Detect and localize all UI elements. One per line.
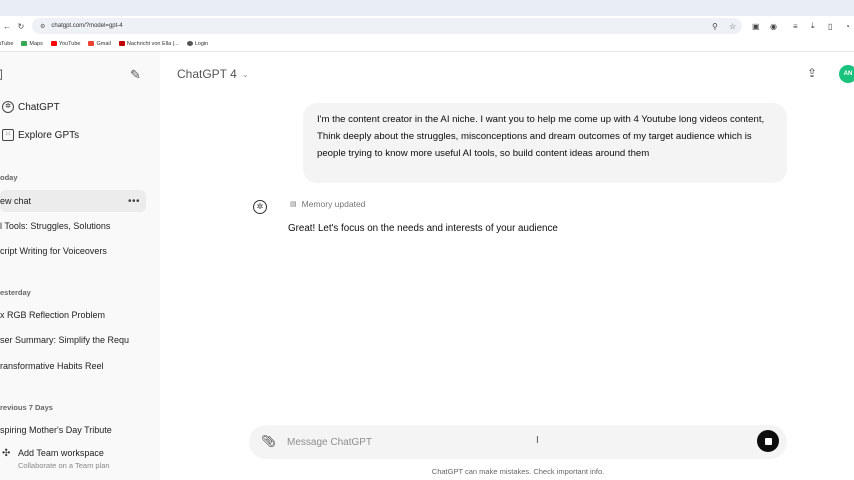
address-text: chatgpt.com/?model=gpt-4 — [51, 23, 123, 29]
sidebar-toggle-icon[interactable]: ▯ — [0, 66, 3, 82]
chat-item[interactable]: ransformative Habits Reel — [0, 355, 146, 377]
bookmarks-bar: uTube Maps YouTube Gmail Nachricht von E… — [0, 36, 854, 52]
assistant-message: Great! Let's focus on the needs and inte… — [288, 223, 558, 234]
model-selector[interactable]: ChatGPT 4 ⌄ — [177, 67, 249, 81]
zoom-icon[interactable]: ⚲ — [712, 16, 718, 36]
chat-main: ChatGPT 4 ⌄ ⇪ AN I'm the content creator… — [160, 52, 854, 480]
chat-item[interactable]: spiring Mother's Day Tribute — [0, 419, 146, 441]
back-icon[interactable]: ← — [0, 22, 14, 31]
download-icon[interactable]: ⤓ — [811, 16, 815, 36]
sidebar-link-chatgpt[interactable]: ✲ ChatGPT — [0, 96, 160, 118]
attach-icon[interactable]: 📎︎ — [261, 434, 276, 448]
gmail-icon — [88, 41, 95, 46]
memory-icon: ▤ — [290, 201, 297, 208]
stop-generating-button[interactable] — [757, 430, 779, 452]
bookmark-maps[interactable]: Maps — [21, 41, 43, 47]
youtube-icon — [50, 41, 57, 46]
bookmark-youtube-partial[interactable]: uTube — [0, 41, 13, 47]
chat-item-new-chat[interactable]: ew chat ••• — [0, 190, 146, 212]
more-options-icon[interactable]: ••• — [128, 196, 140, 207]
add-team-workspace[interactable]: ✣ Add Team workspace Collaborate on a Te… — [0, 446, 160, 480]
share-icon[interactable]: ⇪ — [807, 66, 817, 80]
bookmark-nachricht[interactable]: Nachricht von Ella |... — [118, 41, 179, 47]
sidebar: ▯ ✎ ✲ ChatGPT ⁙ Explore GPTs oday ew cha… — [0, 52, 160, 480]
stop-icon — [764, 437, 772, 445]
bookmark-youtube[interactable]: YouTube — [50, 41, 80, 47]
bookmark-star-icon[interactable]: ☆ — [729, 16, 736, 36]
profile-icon[interactable]: ◔ — [845, 16, 850, 36]
maps-icon — [21, 41, 28, 46]
chat-item[interactable]: l Tools: Struggles, Solutions — [0, 215, 146, 237]
nachricht-icon — [118, 41, 125, 46]
section-previous-7-days: revious 7 Days — [0, 403, 53, 412]
explore-gpts-icon: ⁙ — [2, 129, 14, 141]
chat-item[interactable]: ser Summary: Simplify the Requ — [0, 329, 146, 351]
bookmark-gmail[interactable]: Gmail — [88, 41, 111, 47]
sidepanel-icon[interactable]: ▯ — [828, 16, 832, 36]
extension-icon[interactable]: ▣ — [752, 16, 760, 36]
memory-updated-indicator[interactable]: ▤ Memory updated — [290, 199, 365, 209]
extension-icon-2[interactable]: ◉ — [770, 16, 777, 36]
message-composer: 📎︎ I — [249, 425, 787, 459]
extensions-menu-icon[interactable]: ≡ — [793, 16, 798, 36]
chat-item[interactable]: x RGB Reflection Problem — [0, 304, 146, 326]
login-icon — [186, 41, 193, 46]
text-cursor-icon: I — [536, 435, 539, 446]
sidebar-header: ▯ ✎ — [0, 66, 160, 86]
assistant-logo-icon: ✲ — [253, 200, 267, 214]
disclaimer: ChatGPT can make mistakes. Check importa… — [431, 467, 605, 476]
new-chat-icon[interactable]: ✎ — [130, 67, 141, 83]
browser-tabstrip — [0, 0, 854, 16]
site-info-icon[interactable]: ⚙ — [40, 23, 45, 30]
sidebar-link-explore-gpts[interactable]: ⁙ Explore GPTs — [0, 124, 160, 146]
reload-icon[interactable]: ↻ — [14, 22, 28, 31]
address-bar[interactable]: ⚙ chatgpt.com/?model=gpt-4 — [32, 18, 742, 34]
avatar[interactable]: AN — [839, 65, 854, 83]
message-input[interactable] — [287, 432, 727, 452]
chevron-down-icon: ⌄ — [241, 69, 249, 79]
bookmark-login[interactable]: Login — [186, 41, 208, 47]
chat-item[interactable]: cript Writing for Voiceovers — [0, 240, 146, 262]
chatgpt-logo-icon: ✲ — [2, 101, 14, 113]
section-today: oday — [0, 173, 18, 182]
browser-toolbar: ← ↻ ⚙ chatgpt.com/?model=gpt-4 — [0, 16, 854, 36]
section-yesterday: esterday — [0, 288, 31, 297]
sparkle-icon: ✣ — [2, 448, 11, 459]
user-message-bubble: I'm the content creator in the AI niche.… — [303, 103, 787, 183]
